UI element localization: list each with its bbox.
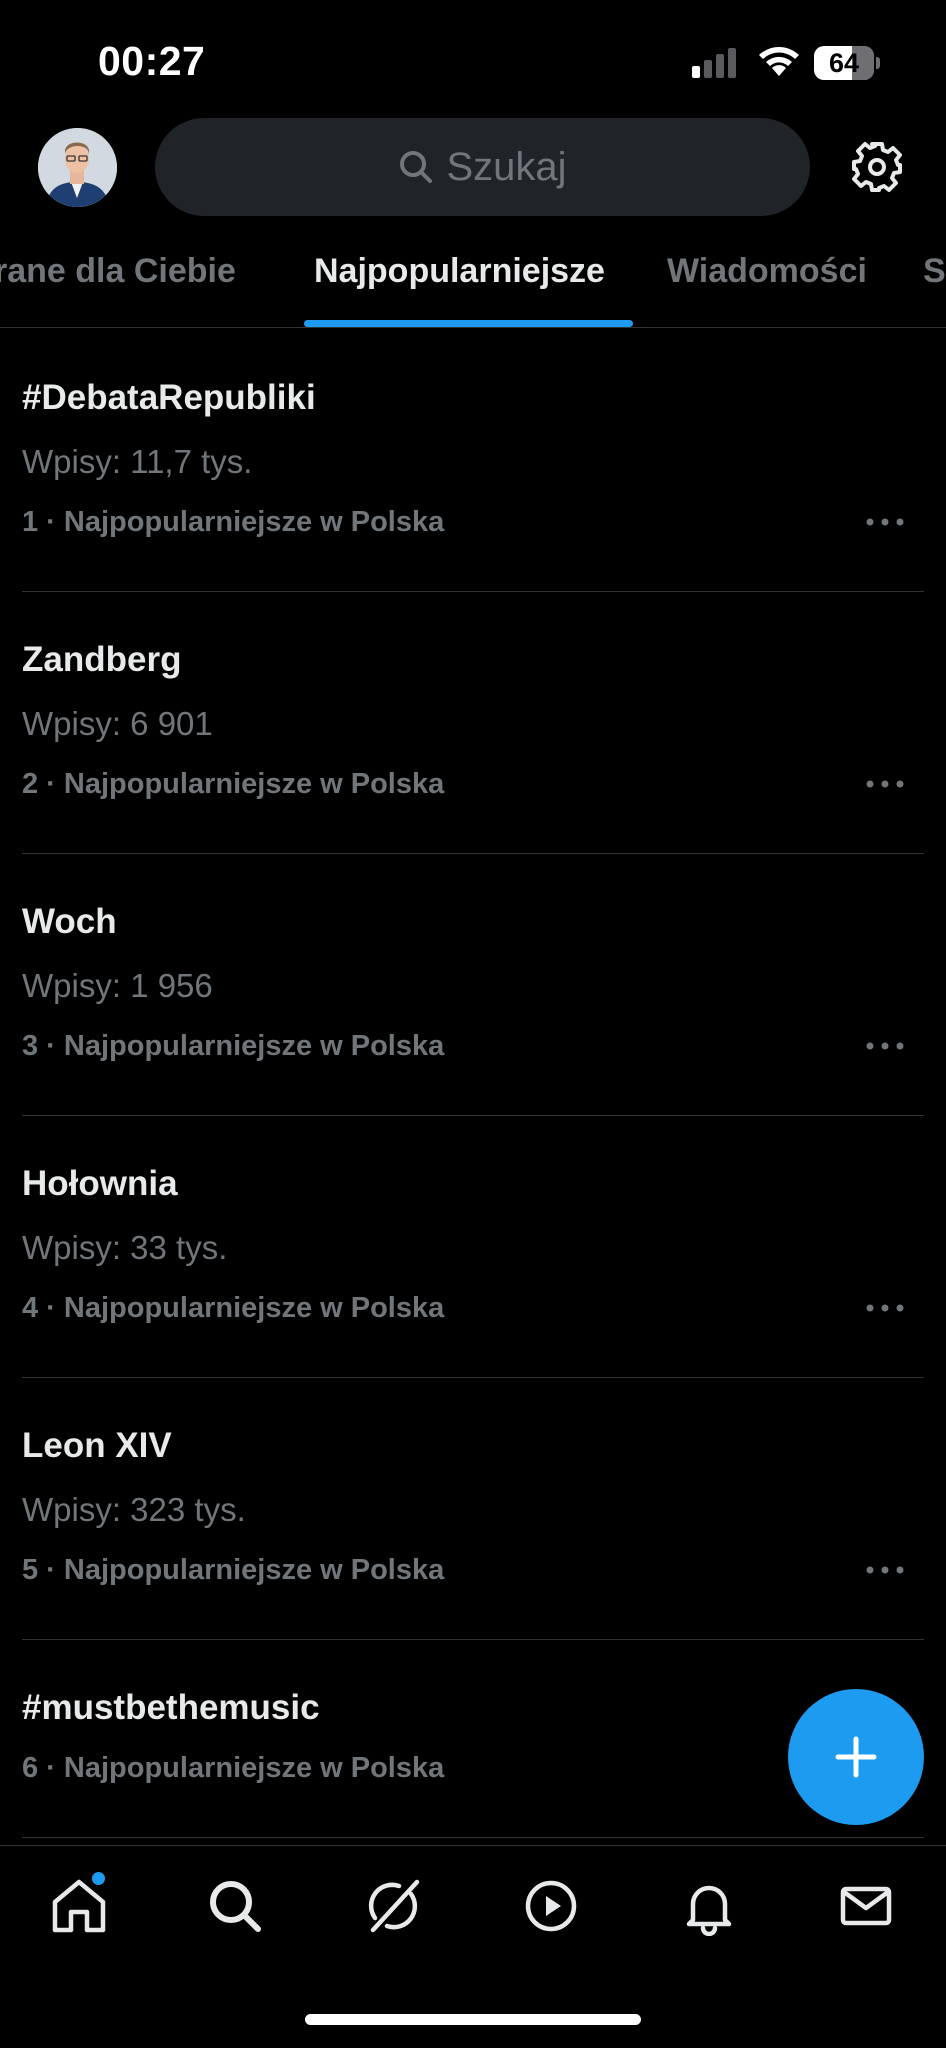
trend-title: Leon XIV xyxy=(22,1426,172,1465)
trend-rank: 6 · Najpopularniejsze w Polska xyxy=(22,1752,445,1784)
home-notification-dot xyxy=(92,1872,105,1885)
trend-rank: 2 · Najpopularniejsze w Polska xyxy=(22,768,445,800)
trend-item[interactable]: Woch Wpisy: 1 956 3 · Najpopularniejsze … xyxy=(0,854,946,1116)
search-icon[interactable] xyxy=(205,1876,265,1936)
divider xyxy=(22,1837,924,1838)
compose-button[interactable] xyxy=(788,1689,924,1825)
search-input[interactable]: Szukaj xyxy=(155,118,810,216)
trend-rank: 3 · Najpopularniejsze w Polska xyxy=(22,1030,445,1062)
more-icon[interactable] xyxy=(862,1036,908,1056)
tab-for-you[interactable]: rane dla Ciebie xyxy=(0,252,236,291)
status-time: 00:27 xyxy=(98,38,206,84)
tab-trending[interactable]: Najpopularniejsze xyxy=(314,252,605,291)
tab-news[interactable]: Wiadomości xyxy=(667,252,867,291)
trend-post-count: Wpisy: 11,7 tys. xyxy=(22,443,253,480)
more-icon[interactable] xyxy=(862,512,908,532)
profile-avatar[interactable] xyxy=(38,128,117,207)
trend-post-count: Wpisy: 1 956 xyxy=(22,967,213,1004)
trend-title: Hołownia xyxy=(22,1164,178,1203)
trend-title: Zandberg xyxy=(22,640,182,679)
home-indicator xyxy=(305,2014,641,2025)
trend-title: Woch xyxy=(22,902,117,941)
more-icon[interactable] xyxy=(862,1560,908,1580)
trend-title: #mustbethemusic xyxy=(22,1688,320,1727)
mail-icon[interactable] xyxy=(836,1876,896,1936)
trend-title: #DebataRepubliki xyxy=(22,378,316,417)
bell-icon[interactable] xyxy=(679,1876,739,1936)
home-icon[interactable] xyxy=(49,1876,109,1936)
trend-post-count: Wpisy: 33 tys. xyxy=(22,1229,228,1266)
more-icon[interactable] xyxy=(862,774,908,794)
trend-item[interactable]: Zandberg Wpisy: 6 901 2 · Najpopularniej… xyxy=(0,592,946,854)
tab-sports[interactable]: S xyxy=(923,252,946,291)
trend-rank: 4 · Najpopularniejsze w Polska xyxy=(22,1292,445,1324)
wifi-icon xyxy=(759,47,799,76)
trend-rank: 1 · Najpopularniejsze w Polska xyxy=(22,506,445,538)
trend-item[interactable]: Hołownia Wpisy: 33 tys. 4 · Najpopularni… xyxy=(0,1116,946,1378)
active-tab-indicator xyxy=(304,320,633,327)
status-bar: 00:27 64 xyxy=(0,0,946,110)
tab-bar: rane dla Ciebie Najpopularniejsze Wiadom… xyxy=(0,240,946,328)
battery-level: 64 xyxy=(828,48,860,78)
trend-rank: 5 · Najpopularniejsze w Polska xyxy=(22,1554,445,1586)
search-placeholder: Szukaj xyxy=(446,144,567,189)
trend-post-count: Wpisy: 323 tys. xyxy=(22,1491,246,1528)
cellular-signal-icon xyxy=(692,48,738,78)
battery-icon: 64 xyxy=(814,46,880,80)
video-icon[interactable] xyxy=(521,1876,581,1936)
trend-item[interactable]: Leon XIV Wpisy: 323 tys. 5 · Najpopularn… xyxy=(0,1378,946,1640)
search-icon xyxy=(400,151,433,183)
trend-item[interactable]: #DebataRepubliki Wpisy: 11,7 tys. 1 · Na… xyxy=(0,330,946,592)
grok-icon[interactable] xyxy=(363,1876,423,1936)
trend-post-count: Wpisy: 6 901 xyxy=(22,705,213,742)
plus-icon xyxy=(835,1736,877,1778)
more-icon[interactable] xyxy=(862,1298,908,1318)
gear-icon[interactable] xyxy=(850,140,904,194)
